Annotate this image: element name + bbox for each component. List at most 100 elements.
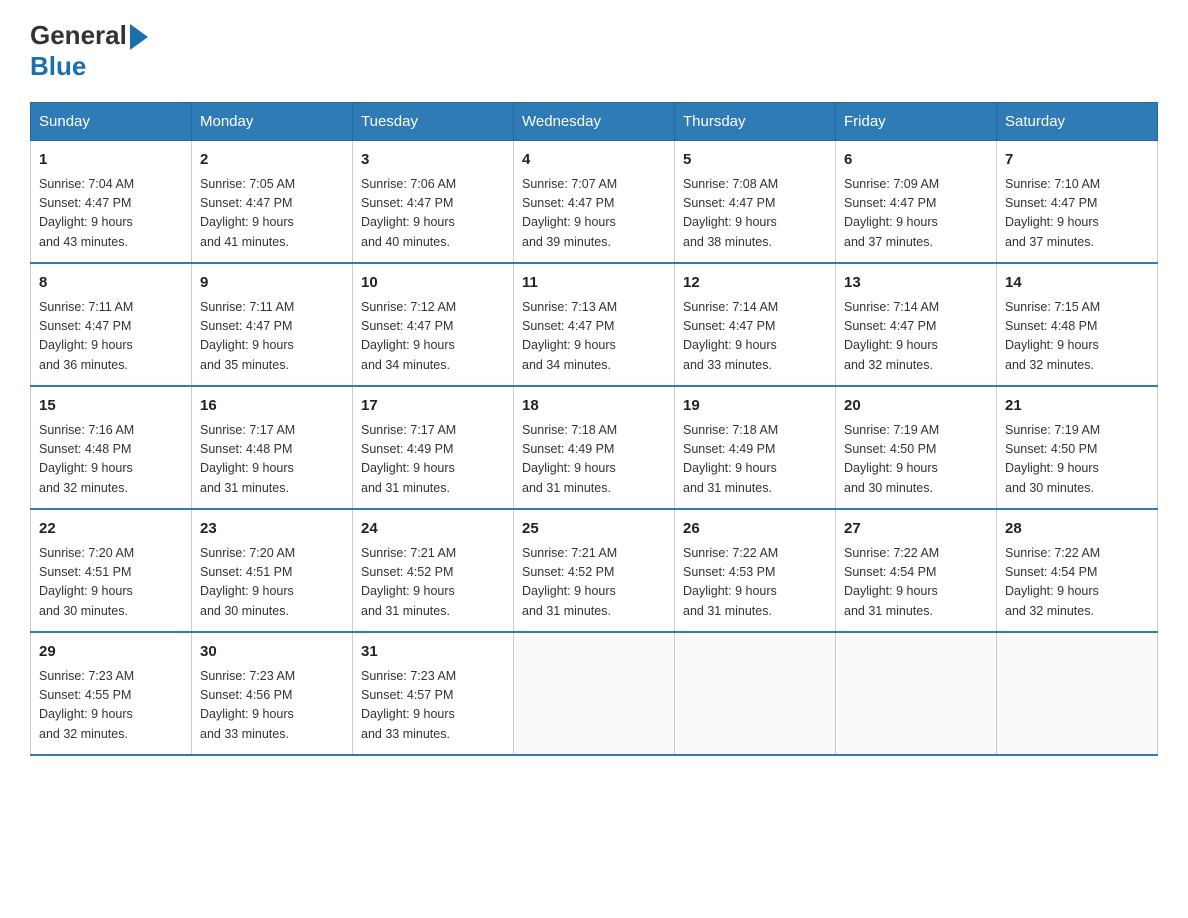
calendar-day-cell: 8 Sunrise: 7:11 AMSunset: 4:47 PMDaylight…	[31, 263, 192, 386]
day-info: Sunrise: 7:22 AMSunset: 4:53 PMDaylight:…	[683, 544, 827, 622]
day-number: 19	[683, 395, 827, 418]
day-info: Sunrise: 7:14 AMSunset: 4:47 PMDaylight:…	[683, 298, 827, 376]
calendar-day-cell: 4 Sunrise: 7:07 AMSunset: 4:47 PMDaylight…	[514, 141, 675, 264]
day-info: Sunrise: 7:22 AMSunset: 4:54 PMDaylight:…	[844, 544, 988, 622]
day-number: 16	[200, 395, 344, 418]
day-info: Sunrise: 7:19 AMSunset: 4:50 PMDaylight:…	[844, 421, 988, 499]
day-info: Sunrise: 7:20 AMSunset: 4:51 PMDaylight:…	[200, 544, 344, 622]
day-info: Sunrise: 7:17 AMSunset: 4:49 PMDaylight:…	[361, 421, 505, 499]
calendar-day-cell: 19 Sunrise: 7:18 AMSunset: 4:49 PMDayligh…	[675, 386, 836, 509]
calendar-day-cell: 10 Sunrise: 7:12 AMSunset: 4:47 PMDayligh…	[353, 263, 514, 386]
calendar-day-cell: 28 Sunrise: 7:22 AMSunset: 4:54 PMDayligh…	[997, 509, 1158, 632]
day-number: 10	[361, 272, 505, 295]
day-header-saturday: Saturday	[997, 103, 1158, 141]
calendar-week-row: 1 Sunrise: 7:04 AMSunset: 4:47 PMDaylight…	[31, 141, 1158, 264]
day-number: 6	[844, 149, 988, 172]
calendar-day-cell: 14 Sunrise: 7:15 AMSunset: 4:48 PMDayligh…	[997, 263, 1158, 386]
calendar-day-cell: 15 Sunrise: 7:16 AMSunset: 4:48 PMDayligh…	[31, 386, 192, 509]
day-number: 13	[844, 272, 988, 295]
day-number: 27	[844, 518, 988, 541]
day-number: 11	[522, 272, 666, 295]
day-info: Sunrise: 7:19 AMSunset: 4:50 PMDaylight:…	[1005, 421, 1149, 499]
calendar-week-row: 8 Sunrise: 7:11 AMSunset: 4:47 PMDaylight…	[31, 263, 1158, 386]
calendar-day-cell: 22Sunrise: 7:20 AMSunset: 4:51 PMDayligh…	[31, 509, 192, 632]
day-number: 7	[1005, 149, 1149, 172]
calendar-empty-cell	[675, 632, 836, 755]
day-header-friday: Friday	[836, 103, 997, 141]
day-info: Sunrise: 7:18 AMSunset: 4:49 PMDaylight:…	[522, 421, 666, 499]
calendar-day-cell: 6 Sunrise: 7:09 AMSunset: 4:47 PMDaylight…	[836, 141, 997, 264]
calendar-day-cell: 23 Sunrise: 7:20 AMSunset: 4:51 PMDayligh…	[192, 509, 353, 632]
day-info: Sunrise: 7:23 AMSunset: 4:57 PMDaylight:…	[361, 667, 505, 745]
calendar-day-cell: 26 Sunrise: 7:22 AMSunset: 4:53 PMDayligh…	[675, 509, 836, 632]
day-info: Sunrise: 7:04 AMSunset: 4:47 PMDaylight:…	[39, 175, 183, 253]
day-number: 26	[683, 518, 827, 541]
day-number: 3	[361, 149, 505, 172]
calendar-day-cell: 24 Sunrise: 7:21 AMSunset: 4:52 PMDayligh…	[353, 509, 514, 632]
calendar-week-row: 15 Sunrise: 7:16 AMSunset: 4:48 PMDayligh…	[31, 386, 1158, 509]
day-number: 30	[200, 641, 344, 664]
day-number: 1	[39, 149, 183, 172]
day-number: 24	[361, 518, 505, 541]
day-info: Sunrise: 7:22 AMSunset: 4:54 PMDaylight:…	[1005, 544, 1149, 622]
day-header-tuesday: Tuesday	[353, 103, 514, 141]
day-info: Sunrise: 7:18 AMSunset: 4:49 PMDaylight:…	[683, 421, 827, 499]
day-info: Sunrise: 7:21 AMSunset: 4:52 PMDaylight:…	[522, 544, 666, 622]
calendar-week-row: 29 Sunrise: 7:23 AMSunset: 4:55 PMDayligh…	[31, 632, 1158, 755]
day-number: 2	[200, 149, 344, 172]
logo-blue-text: Blue	[30, 51, 148, 82]
day-number: 28	[1005, 518, 1149, 541]
day-info: Sunrise: 7:09 AMSunset: 4:47 PMDaylight:…	[844, 175, 988, 253]
calendar-day-cell: 3 Sunrise: 7:06 AMSunset: 4:47 PMDaylight…	[353, 141, 514, 264]
calendar-header-row: SundayMondayTuesdayWednesdayThursdayFrid…	[31, 103, 1158, 141]
day-number: 17	[361, 395, 505, 418]
day-number: 14	[1005, 272, 1149, 295]
day-info: Sunrise: 7:17 AMSunset: 4:48 PMDaylight:…	[200, 421, 344, 499]
day-info: Sunrise: 7:14 AMSunset: 4:47 PMDaylight:…	[844, 298, 988, 376]
calendar-empty-cell	[514, 632, 675, 755]
calendar-day-cell: 29 Sunrise: 7:23 AMSunset: 4:55 PMDayligh…	[31, 632, 192, 755]
calendar-day-cell: 20Sunrise: 7:19 AMSunset: 4:50 PMDayligh…	[836, 386, 997, 509]
calendar-day-cell: 30 Sunrise: 7:23 AMSunset: 4:56 PMDayligh…	[192, 632, 353, 755]
day-header-sunday: Sunday	[31, 103, 192, 141]
day-info: Sunrise: 7:07 AMSunset: 4:47 PMDaylight:…	[522, 175, 666, 253]
day-number: 4	[522, 149, 666, 172]
day-number: 23	[200, 518, 344, 541]
day-number: 29	[39, 641, 183, 664]
day-number: 18	[522, 395, 666, 418]
calendar-day-cell: 31 Sunrise: 7:23 AMSunset: 4:57 PMDayligh…	[353, 632, 514, 755]
calendar-day-cell: 27 Sunrise: 7:22 AMSunset: 4:54 PMDayligh…	[836, 509, 997, 632]
day-header-wednesday: Wednesday	[514, 103, 675, 141]
day-info: Sunrise: 7:15 AMSunset: 4:48 PMDaylight:…	[1005, 298, 1149, 376]
day-number: 15	[39, 395, 183, 418]
day-number: 9	[200, 272, 344, 295]
day-info: Sunrise: 7:06 AMSunset: 4:47 PMDaylight:…	[361, 175, 505, 253]
day-info: Sunrise: 7:13 AMSunset: 4:47 PMDaylight:…	[522, 298, 666, 376]
calendar-day-cell: 21 Sunrise: 7:19 AMSunset: 4:50 PMDayligh…	[997, 386, 1158, 509]
day-info: Sunrise: 7:21 AMSunset: 4:52 PMDaylight:…	[361, 544, 505, 622]
calendar-day-cell: 2 Sunrise: 7:05 AMSunset: 4:47 PMDaylight…	[192, 141, 353, 264]
day-number: 8	[39, 272, 183, 295]
day-info: Sunrise: 7:05 AMSunset: 4:47 PMDaylight:…	[200, 175, 344, 253]
day-info: Sunrise: 7:23 AMSunset: 4:56 PMDaylight:…	[200, 667, 344, 745]
calendar-day-cell: 18 Sunrise: 7:18 AMSunset: 4:49 PMDayligh…	[514, 386, 675, 509]
calendar-day-cell: 5Sunrise: 7:08 AMSunset: 4:47 PMDaylight…	[675, 141, 836, 264]
calendar-day-cell: 16 Sunrise: 7:17 AMSunset: 4:48 PMDayligh…	[192, 386, 353, 509]
calendar-day-cell: 9 Sunrise: 7:11 AMSunset: 4:47 PMDaylight…	[192, 263, 353, 386]
day-info: Sunrise: 7:23 AMSunset: 4:55 PMDaylight:…	[39, 667, 183, 745]
calendar-day-cell: 17 Sunrise: 7:17 AMSunset: 4:49 PMDayligh…	[353, 386, 514, 509]
calendar-day-cell: 13 Sunrise: 7:14 AMSunset: 4:47 PMDayligh…	[836, 263, 997, 386]
page-header: General Blue	[30, 20, 1158, 82]
day-info: Sunrise: 7:12 AMSunset: 4:47 PMDaylight:…	[361, 298, 505, 376]
calendar-day-cell: 11 Sunrise: 7:13 AMSunset: 4:47 PMDayligh…	[514, 263, 675, 386]
day-number: 21	[1005, 395, 1149, 418]
day-number: 12	[683, 272, 827, 295]
calendar-empty-cell	[836, 632, 997, 755]
day-number: 31	[361, 641, 505, 664]
day-info: Sunrise: 7:16 AMSunset: 4:48 PMDaylight:…	[39, 421, 183, 499]
calendar-day-cell: 7Sunrise: 7:10 AMSunset: 4:47 PMDaylight…	[997, 141, 1158, 264]
calendar-table: SundayMondayTuesdayWednesdayThursdayFrid…	[30, 102, 1158, 756]
logo: General Blue	[30, 20, 148, 82]
day-info: Sunrise: 7:11 AMSunset: 4:47 PMDaylight:…	[39, 298, 183, 376]
day-info: Sunrise: 7:11 AMSunset: 4:47 PMDaylight:…	[200, 298, 344, 376]
